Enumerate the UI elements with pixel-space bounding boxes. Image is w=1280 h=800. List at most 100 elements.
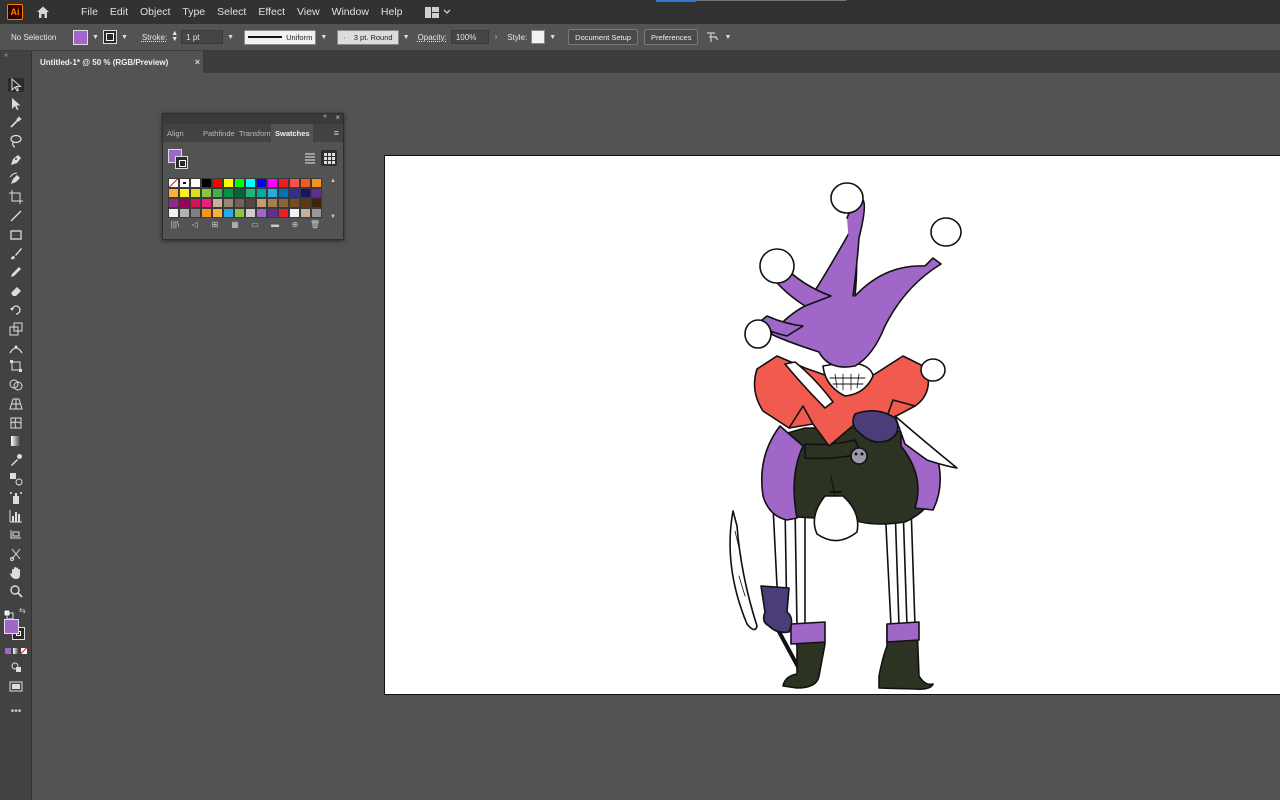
stroke-spinner[interactable]: ▲ ▼ — [171, 30, 178, 43]
swatch-18[interactable] — [212, 188, 223, 198]
tab-align[interactable]: Align — [163, 124, 199, 142]
close-icon[interactable]: × — [335, 113, 340, 122]
column-graph-tool-icon[interactable] — [8, 509, 24, 523]
color-mode-icon[interactable] — [5, 648, 11, 654]
new-color-group-icon[interactable]: ▭ — [249, 220, 261, 229]
swatch-24[interactable] — [278, 188, 289, 198]
menu-effect[interactable]: Effect — [252, 6, 291, 18]
tab-swatches[interactable]: Swatches — [271, 124, 313, 142]
mesh-tool-icon[interactable] — [8, 416, 24, 430]
tab-pathfinder[interactable]: Pathfinder — [199, 124, 235, 142]
menu-help[interactable]: Help — [375, 6, 409, 18]
screen-mode-icon[interactable] — [8, 679, 24, 693]
curvature-tool-icon[interactable] — [8, 172, 24, 186]
swatch-45[interactable] — [201, 208, 212, 218]
line-tool-icon[interactable] — [8, 209, 24, 223]
chevron-down-icon[interactable]: ▼ — [227, 34, 234, 41]
chevron-right-icon[interactable]: › — [495, 34, 497, 41]
eyedropper-tool-icon[interactable] — [8, 453, 24, 467]
swatch-19[interactable] — [223, 188, 234, 198]
swatch-40[interactable] — [300, 198, 311, 208]
zoom-tool-icon[interactable] — [8, 584, 24, 598]
scissors-tool-icon[interactable] — [8, 547, 24, 561]
chevron-down-icon[interactable]: ▼ — [549, 34, 556, 41]
swatch-33[interactable] — [223, 198, 234, 208]
selection-tool-icon[interactable] — [8, 78, 24, 92]
panel-menu-icon[interactable]: ≡ — [334, 128, 339, 138]
swatch-17[interactable] — [201, 188, 212, 198]
rotate-tool-icon[interactable] — [8, 303, 24, 317]
opacity-field[interactable]: 100% — [450, 30, 489, 44]
swatch-scrollbar[interactable]: ▲ ▼ — [329, 178, 337, 220]
new-swatch-icon[interactable]: ⊕ — [289, 220, 301, 229]
slice-tool-icon[interactable] — [8, 528, 24, 542]
perspective-grid-tool-icon[interactable] — [8, 397, 24, 411]
draw-mode-icon[interactable] — [8, 660, 24, 674]
free-transform-tool-icon[interactable] — [8, 359, 24, 373]
menu-type[interactable]: Type — [176, 6, 211, 18]
document-tab[interactable]: Untitled-1* @ 50 % (RGB/Preview) × — [32, 51, 203, 73]
menu-object[interactable]: Object — [134, 6, 176, 18]
swatch-54[interactable] — [300, 208, 311, 218]
artboard-tool-icon[interactable] — [8, 190, 24, 204]
swatch-3[interactable] — [201, 178, 212, 188]
chevron-down-icon[interactable]: ▼ — [121, 34, 128, 41]
swatch-52[interactable] — [278, 208, 289, 218]
graphic-style-swatch[interactable] — [531, 30, 546, 44]
swatch-4[interactable] — [212, 178, 223, 188]
swatch-7[interactable] — [245, 178, 256, 188]
swatch-libraries-icon[interactable]: |||\ — [169, 220, 181, 229]
tab-transform[interactable]: Transform — [235, 124, 271, 142]
swatch-11[interactable] — [289, 178, 300, 188]
folder-icon[interactable]: ▬ — [269, 220, 281, 229]
rectangle-tool-icon[interactable] — [8, 228, 24, 242]
lasso-tool-icon[interactable] — [8, 134, 24, 148]
fill-color-swatch[interactable] — [73, 29, 88, 45]
swatch-36[interactable] — [256, 198, 267, 208]
trash-icon[interactable]: 🗑 — [309, 220, 321, 229]
menu-window[interactable]: Window — [326, 6, 375, 18]
panel-header[interactable]: « × — [163, 113, 343, 124]
swatch-41[interactable] — [311, 198, 322, 208]
pen-tool-icon[interactable] — [8, 153, 24, 167]
swatch-15[interactable] — [179, 188, 190, 198]
chevron-down-icon[interactable]: ▼ — [403, 34, 410, 41]
color-group-icon[interactable]: ▦ — [229, 220, 241, 229]
swatch-8[interactable] — [256, 178, 267, 188]
swatch-53[interactable] — [289, 208, 300, 218]
document-setup-button[interactable]: Document Setup — [568, 29, 639, 45]
preferences-button[interactable]: Preferences — [644, 29, 699, 45]
variable-width-profile[interactable]: Uniform — [244, 29, 317, 45]
scale-tool-icon[interactable] — [8, 322, 24, 336]
swatch-55[interactable] — [311, 208, 322, 218]
menu-file[interactable]: File — [75, 6, 104, 18]
home-icon[interactable] — [35, 4, 51, 20]
swatch-12[interactable] — [300, 178, 311, 188]
swatch-39[interactable] — [289, 198, 300, 208]
swatch-21[interactable] — [245, 188, 256, 198]
blend-tool-icon[interactable] — [8, 472, 24, 486]
brush-definition[interactable]: · 3 pt. Round — [337, 29, 399, 45]
none-mode-icon[interactable] — [21, 648, 27, 654]
swatch-14[interactable] — [168, 188, 179, 198]
swatch-22[interactable] — [256, 188, 267, 198]
eraser-tool-icon[interactable] — [8, 284, 24, 298]
swatch-50[interactable] — [256, 208, 267, 218]
swatch-43[interactable] — [179, 208, 190, 218]
swatch-2[interactable] — [190, 178, 201, 188]
swatch-37[interactable] — [267, 198, 278, 208]
chevron-down-icon[interactable]: ▼ — [724, 34, 731, 41]
swatch-51[interactable] — [267, 208, 278, 218]
gradient-mode-icon[interactable] — [13, 648, 19, 654]
menu-view[interactable]: View — [291, 6, 326, 18]
swatch-5[interactable] — [223, 178, 234, 188]
swatch-20[interactable] — [234, 188, 245, 198]
default-colors-icon[interactable] — [3, 606, 14, 620]
stroke-color-swatch[interactable] — [102, 30, 117, 44]
swatch-26[interactable] — [300, 188, 311, 198]
swatch-46[interactable] — [212, 208, 223, 218]
swatch-49[interactable] — [245, 208, 256, 218]
grid-view-icon[interactable] — [321, 150, 337, 166]
swatch-9[interactable] — [267, 178, 278, 188]
magic-wand-tool-icon[interactable] — [8, 115, 24, 129]
